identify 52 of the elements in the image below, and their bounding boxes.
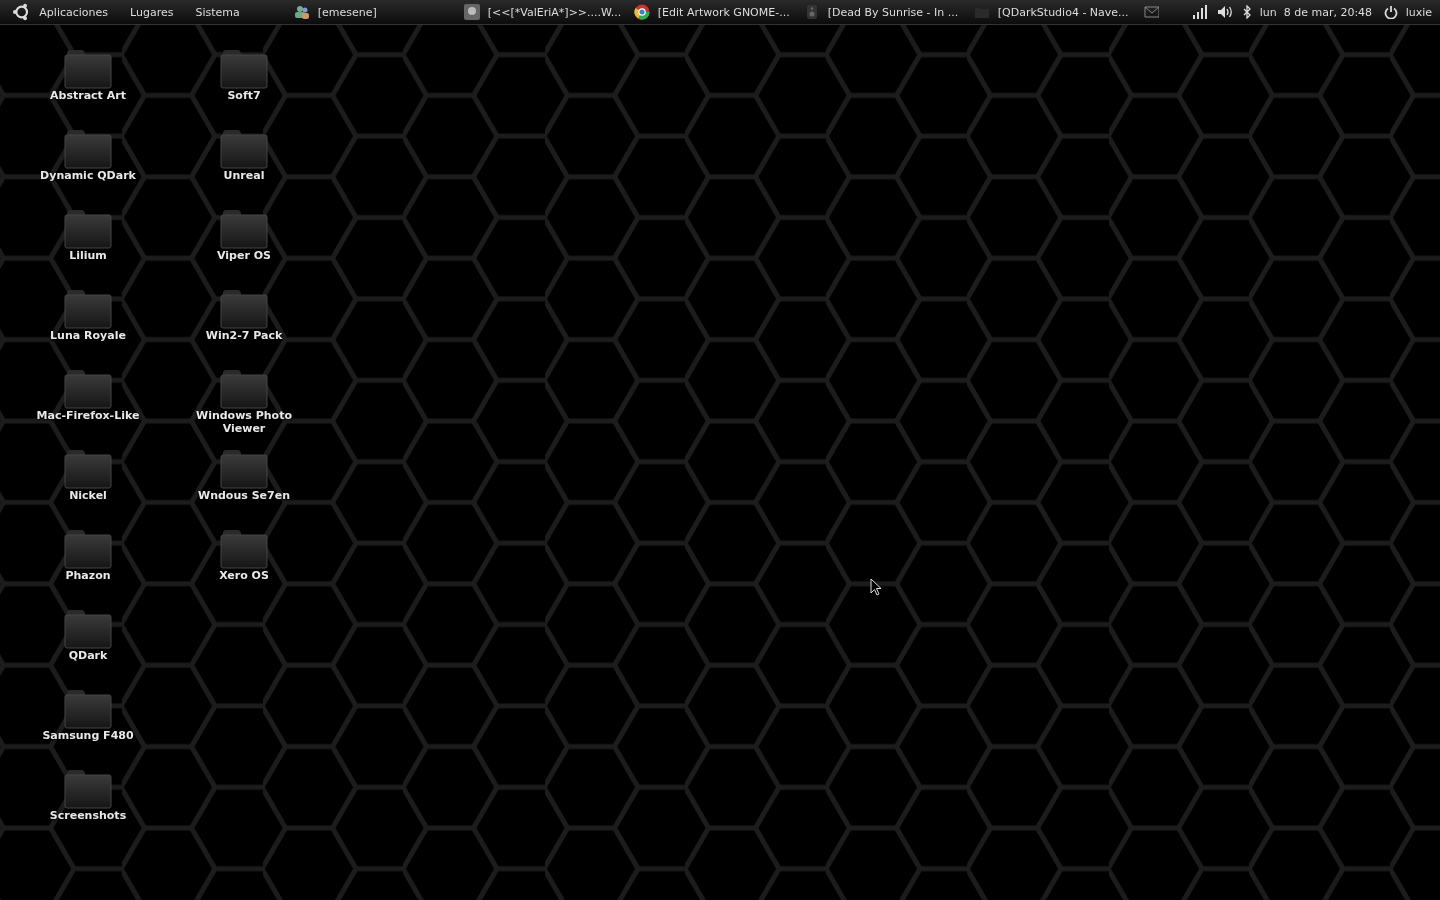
folder-icon[interactable] bbox=[220, 49, 268, 89]
folder-icon[interactable] bbox=[64, 769, 112, 809]
folder-label[interactable]: Viper OS bbox=[184, 249, 304, 262]
folder-label[interactable]: Xero OS bbox=[184, 569, 304, 582]
folder-label[interactable]: Soft7 bbox=[184, 89, 304, 102]
panel-menu[interactable]: Aplicaciones bbox=[39, 5, 109, 19]
folder-label[interactable]: Samsung F480 bbox=[28, 729, 148, 742]
folder-label[interactable]: Abstract Art bbox=[28, 89, 148, 102]
folder-icon[interactable] bbox=[220, 129, 268, 169]
folder-label[interactable]: Win2-7 Pack bbox=[184, 329, 304, 342]
folder-label[interactable]: Wndous Se7en bbox=[184, 489, 304, 502]
folder-icon[interactable] bbox=[220, 529, 268, 569]
folder-label[interactable]: Lilium bbox=[28, 249, 148, 262]
folder-label[interactable]: Windows Photo Viewer bbox=[184, 409, 304, 435]
folder-label[interactable]: Unreal bbox=[184, 169, 304, 182]
folder-label[interactable]: Screenshots bbox=[28, 809, 148, 822]
taskbar-window-button[interactable]: [Edit Artwork GNOME-... bbox=[633, 4, 804, 20]
taskbar-window-button[interactable]: [emesene] bbox=[293, 4, 464, 20]
panel-menu[interactable]: Sistema bbox=[195, 5, 240, 19]
folder-icon[interactable] bbox=[64, 449, 112, 489]
people-icon bbox=[293, 4, 310, 20]
folder-icon[interactable] bbox=[64, 49, 112, 89]
mail-icon[interactable] bbox=[1143, 6, 1160, 18]
folder-icon[interactable] bbox=[64, 289, 112, 329]
folder-label[interactable]: Phazon bbox=[28, 569, 148, 582]
folder-icon[interactable] bbox=[64, 609, 112, 649]
folder-icon[interactable] bbox=[220, 369, 268, 409]
folder-label[interactable]: Luna Royale bbox=[28, 329, 148, 342]
avatar-icon bbox=[463, 4, 480, 20]
mouse-pointer-icon bbox=[870, 578, 882, 596]
folder-icon[interactable] bbox=[64, 209, 112, 249]
folder-label[interactable]: Dynamic QDark bbox=[28, 169, 148, 182]
folder-icon[interactable] bbox=[64, 129, 112, 169]
folder-label[interactable]: QDark bbox=[28, 649, 148, 662]
folder-icon[interactable] bbox=[64, 529, 112, 569]
clock[interactable]: lun 8 de mar, 20:48 bbox=[1259, 5, 1373, 19]
taskbar-window-button[interactable]: [<<[*ValEriA*]>>....W... bbox=[463, 4, 634, 20]
taskbar-window-button[interactable]: [Dead By Sunrise - In ... bbox=[803, 4, 974, 20]
panel-menu[interactable]: Lugares bbox=[130, 5, 174, 19]
folder-label[interactable]: Nickel bbox=[28, 489, 148, 502]
folder-icon[interactable] bbox=[220, 289, 268, 329]
folder-icon[interactable] bbox=[220, 209, 268, 249]
taskbar-window-button[interactable]: [QDarkStudio4 - Nave... bbox=[973, 4, 1144, 20]
bluetooth-icon[interactable] bbox=[1242, 5, 1252, 19]
power-icon[interactable] bbox=[1384, 5, 1398, 19]
volume-icon[interactable] bbox=[1216, 5, 1234, 19]
folder-icon[interactable] bbox=[64, 369, 112, 409]
folder-label[interactable]: Mac-Firefox-Like bbox=[28, 409, 148, 422]
user-name[interactable]: luxie bbox=[1405, 5, 1432, 19]
browser-icon bbox=[633, 4, 650, 20]
folder-icon[interactable] bbox=[220, 449, 268, 489]
folder-icon[interactable] bbox=[64, 689, 112, 729]
